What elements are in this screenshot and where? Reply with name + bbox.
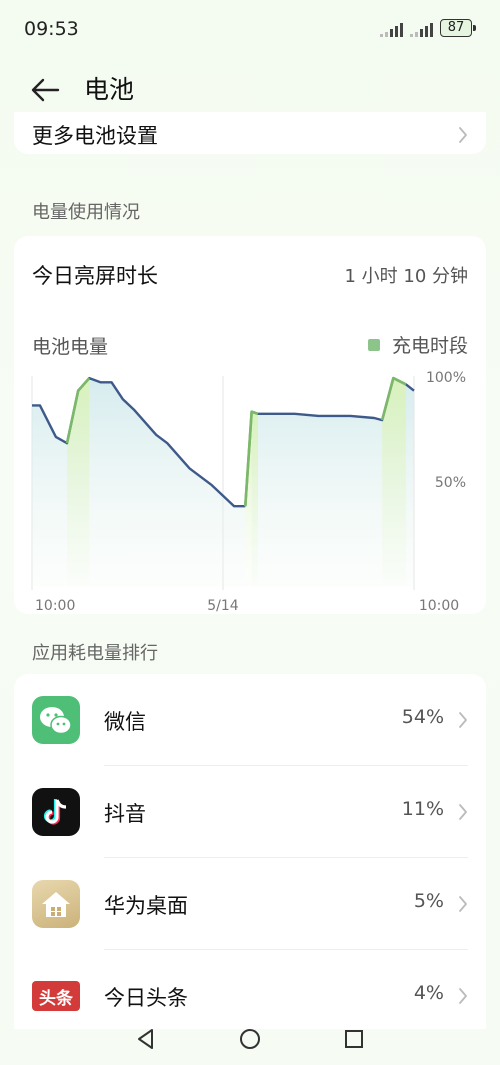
battery-level-chart[interactable]: 100% 50% 10:00 5/14 10:00 xyxy=(14,354,486,614)
wechat-icon xyxy=(32,696,80,744)
nav-home-icon[interactable] xyxy=(238,1027,262,1051)
chart-charging-area xyxy=(67,378,90,586)
huawei-launcher-icon xyxy=(32,880,80,928)
more-battery-settings-label: 更多电池设置 xyxy=(32,124,158,148)
chart-x-tick-label: 10:00 xyxy=(35,598,75,614)
app-percent: 5% xyxy=(413,890,444,912)
chevron-right-icon xyxy=(459,127,467,143)
chart-x-tick-label: 5/14 xyxy=(207,598,239,614)
app-name: 华为桌面 xyxy=(104,894,188,918)
page-title: 电池 xyxy=(84,75,135,104)
chevron-right-icon xyxy=(459,896,467,912)
battery-usage-card: 今日亮屏时长 1 小时 10 分钟 电池电量 充电时段 100% 50% 10:00… xyxy=(14,236,486,614)
app-row-wechat[interactable]: 微信 54% xyxy=(14,674,486,766)
chart-area-segment xyxy=(32,378,246,586)
usage-section-label: 电量使用情况 xyxy=(32,202,140,223)
ranking-section-label: 应用耗电量排行 xyxy=(32,643,158,664)
app-name: 今日头条 xyxy=(104,986,188,1010)
app-row-huawei-launcher[interactable]: 华为桌面 5% xyxy=(14,858,486,950)
navigation-bar xyxy=(0,1025,500,1065)
screen-time-label: 今日亮屏时长 xyxy=(32,264,158,288)
legend-swatch xyxy=(367,338,380,351)
chart-y-tick-label: 50% xyxy=(435,475,466,491)
app-percent: 54% xyxy=(401,706,444,728)
status-time: 09:53 xyxy=(24,18,79,40)
app-name: 微信 xyxy=(104,710,146,734)
chevron-right-icon xyxy=(459,712,467,728)
chevron-right-icon xyxy=(459,804,467,820)
toutiao-icon: 头条 xyxy=(32,981,80,1011)
battery-status-icon: 87 xyxy=(440,19,476,37)
chart-charging-area xyxy=(245,411,259,586)
nav-recents-icon[interactable] xyxy=(342,1027,366,1051)
arrow-left-icon xyxy=(31,78,60,102)
signal-icon xyxy=(380,23,403,37)
app-name: 抖音 xyxy=(104,802,146,826)
nav-back-icon[interactable] xyxy=(134,1027,158,1051)
app-ranking-card: 微信 54% 抖音 11% 华为桌面 5% 头条 今日头条 4% xyxy=(14,674,486,1029)
chevron-right-icon xyxy=(459,988,467,1004)
chart-y-tick-label: 100% xyxy=(426,370,466,386)
signal-icon-2 xyxy=(410,23,433,37)
back-button[interactable] xyxy=(28,72,64,108)
app-percent: 4% xyxy=(413,982,444,1004)
toutiao-icon-text: 头条 xyxy=(39,988,73,1009)
douyin-icon xyxy=(32,788,80,836)
screen-time-value: 1 小时 10 分钟 xyxy=(344,266,468,287)
app-percent: 11% xyxy=(401,798,444,820)
status-bar: 09:53 87 xyxy=(0,0,500,56)
chart-x-tick-label: 10:00 xyxy=(419,598,459,614)
app-row-douyin[interactable]: 抖音 11% xyxy=(14,766,486,858)
more-battery-settings-row[interactable]: 更多电池设置 xyxy=(14,112,486,154)
